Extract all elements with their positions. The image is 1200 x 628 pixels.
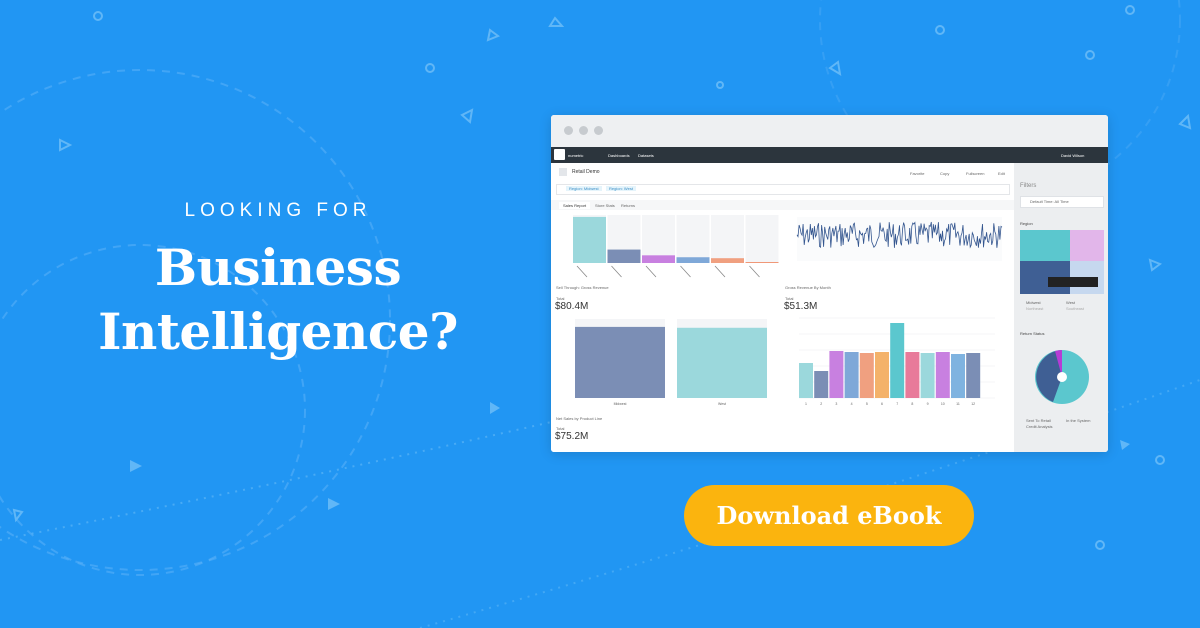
- hero-headline: Business Intelligence?: [0, 236, 556, 364]
- tab-returns[interactable]: Returns: [621, 203, 635, 208]
- bar[interactable]: [799, 363, 813, 398]
- bar[interactable]: [745, 262, 779, 263]
- hero-kicker: LOOKING FOR: [184, 200, 372, 221]
- bar[interactable]: [642, 255, 675, 263]
- legend-item: Southeast: [1066, 306, 1085, 311]
- legend-item: Northeast: [1026, 306, 1044, 311]
- top-bar-chart: [573, 215, 779, 278]
- region-treemap: [1020, 230, 1104, 294]
- user-menu[interactable]: David Wilson: [1061, 153, 1084, 158]
- chart-title: Net Sales by Product Line: [556, 416, 603, 421]
- bar-background: [711, 215, 744, 263]
- tick-label: Midwest: [614, 402, 627, 406]
- nav-item-datasets[interactable]: Datasets: [638, 153, 654, 158]
- tick-label-mark: [714, 265, 726, 278]
- dashboard-title: Retail Demo: [572, 169, 600, 175]
- headline-line-2: Intelligence?: [98, 302, 458, 361]
- dashboard-content: Retail Demo Favorite Copy Fullscreen Edi…: [551, 163, 1014, 452]
- tick-label-mark: [645, 265, 657, 278]
- tick-label: West: [718, 402, 726, 406]
- bar[interactable]: [844, 352, 859, 398]
- tick-label: 2: [820, 402, 822, 406]
- chart-total-value: $51.3M: [784, 301, 818, 312]
- tick-label: 4: [851, 402, 853, 406]
- tick-label: 6: [881, 402, 883, 406]
- action-fullscreen[interactable]: Fullscreen: [966, 171, 984, 176]
- bar[interactable]: [575, 326, 665, 398]
- bar[interactable]: [607, 249, 641, 263]
- legend-item: In the System: [1066, 418, 1091, 423]
- window-dot-icon: [579, 126, 588, 135]
- legend-item: Sent To Retail: [1026, 418, 1051, 423]
- legend-item: Midwest: [1026, 300, 1041, 305]
- legend-item: Credit Analysis: [1026, 424, 1053, 429]
- tick-label-mark: [576, 265, 588, 278]
- chart-total-value: $75.2M: [555, 431, 589, 442]
- brand-logo-icon: [554, 149, 565, 160]
- gross-by-month-chart: 1 2 3 4 5 6 7 8 9 10 11 12: [799, 317, 995, 406]
- tick-label: 8: [911, 402, 913, 406]
- bar[interactable]: [920, 353, 935, 398]
- bar[interactable]: [951, 354, 965, 398]
- bar[interactable]: [829, 351, 844, 398]
- tick-label: 3: [835, 402, 837, 406]
- sell-through-chart: Midwest West: [575, 319, 767, 406]
- tick-label: 12: [971, 402, 975, 406]
- window-titlebar: [551, 115, 1108, 147]
- bar[interactable]: [677, 327, 767, 398]
- action-edit[interactable]: Edit: [998, 171, 1005, 176]
- window-dot-icon: [564, 126, 573, 135]
- tick-label-mark: [611, 265, 622, 278]
- tab-store-stats[interactable]: Store Stats: [595, 203, 615, 208]
- app-navbar: numetric Dashboards Datasets David Wilso…: [551, 147, 1108, 163]
- tick-label: 1: [805, 402, 807, 406]
- bar[interactable]: [711, 258, 744, 263]
- revenue-line-chart: [796, 217, 1003, 261]
- bar[interactable]: [676, 257, 710, 263]
- bar[interactable]: [814, 371, 829, 398]
- tick-label: 9: [927, 402, 929, 406]
- filters-sidebar: Filters Default Time: All Time Region Mi…: [1014, 163, 1108, 452]
- tick-label-mark: [680, 265, 691, 278]
- download-ebook-button[interactable]: Download eBook: [684, 485, 974, 546]
- action-copy[interactable]: Copy: [940, 171, 949, 176]
- bar-background: [745, 215, 779, 263]
- bar[interactable]: [573, 216, 606, 263]
- bar[interactable]: [935, 352, 950, 398]
- window-dot-icon: [594, 126, 603, 135]
- brand-name: numetric: [568, 153, 584, 158]
- sidebar-title: Filters: [1020, 183, 1037, 189]
- filter-chip[interactable]: Region: West: [606, 186, 636, 191]
- headline-line-1: Business: [154, 238, 402, 297]
- bar-background: [676, 215, 710, 263]
- bar[interactable]: [859, 353, 874, 398]
- tick-label: 11: [956, 402, 960, 406]
- tick-label: 7: [896, 402, 898, 406]
- sidebar-section-region: Region: [1020, 221, 1033, 226]
- tick-label-mark: [749, 265, 760, 278]
- tab-sales-report[interactable]: Sales Report: [559, 202, 591, 209]
- bar[interactable]: [890, 323, 905, 398]
- chart-title: Sell Through: Gross Revenue: [556, 285, 609, 290]
- time-range-value: Default Time: All Time: [1030, 199, 1069, 204]
- filter-chip[interactable]: Region: Midwest: [566, 186, 602, 191]
- nav-item-dashboards[interactable]: Dashboards: [608, 153, 630, 158]
- bar[interactable]: [905, 352, 920, 398]
- return-status-pie: [1035, 350, 1089, 404]
- tick-label: 5: [866, 402, 868, 406]
- chart-total-value: $80.4M: [555, 301, 589, 312]
- bar[interactable]: [875, 352, 889, 398]
- menu-icon[interactable]: [559, 168, 567, 176]
- app-window: numetric Dashboards Datasets David Wilso…: [551, 115, 1108, 452]
- sidebar-section-return-status: Return Status: [1020, 331, 1045, 336]
- tick-label: 10: [941, 402, 945, 406]
- chart-title: Gross Revenue By Month: [785, 285, 831, 290]
- action-favorite[interactable]: Favorite: [910, 171, 924, 176]
- legend-item: West: [1066, 300, 1076, 305]
- bar[interactable]: [966, 353, 981, 398]
